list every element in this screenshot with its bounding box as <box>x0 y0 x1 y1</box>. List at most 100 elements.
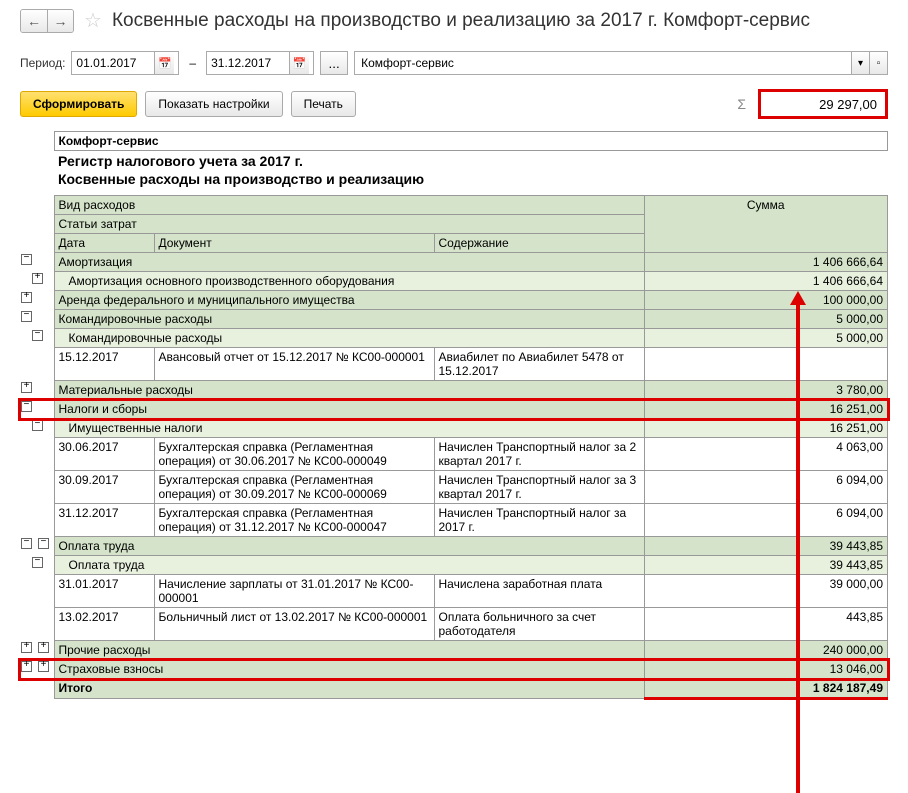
expand-toggle[interactable]: − <box>21 311 32 322</box>
cell-date: 31.12.2017 <box>54 504 154 537</box>
cell-name: Материальные расходы <box>54 381 644 400</box>
expand-toggle[interactable]: + <box>32 273 43 284</box>
date-to-calendar-button[interactable]: 📅 <box>289 52 309 74</box>
run-button[interactable]: Сформировать <box>20 91 137 117</box>
cell-name: Командировочные расходы <box>54 310 644 329</box>
cell-name: Аренда федерального и муниципального иму… <box>54 291 644 310</box>
expand-toggle[interactable]: − <box>21 254 32 265</box>
cell-sum: 6 094,00 <box>644 504 888 537</box>
cell-doc: Бухгалтерская справка (Регламентная опер… <box>154 438 434 471</box>
report-register-subtitle: Косвенные расходы на производство и реал… <box>54 171 888 196</box>
col-cont: Содержание <box>434 234 644 253</box>
show-settings-button[interactable]: Показать настройки <box>145 91 282 117</box>
cell-sum: 39 443,85 <box>644 537 888 556</box>
cell-cont: Начислен Транспортный налог за 3 квартал… <box>434 471 644 504</box>
expand-toggle[interactable]: − <box>21 538 32 549</box>
calendar-icon: 📅 <box>158 57 172 70</box>
organization-open-button[interactable]: ▫ <box>869 52 887 74</box>
table-row[interactable]: 30.09.2017 Бухгалтерская справка (Реглам… <box>20 471 888 504</box>
cell-sum: 13 046,00 <box>644 660 888 679</box>
cell-name: Амортизация основного производственного … <box>54 272 644 291</box>
date-to-input[interactable] <box>211 56 289 70</box>
table-row[interactable]: + Амортизация основного производственног… <box>20 272 888 291</box>
col-vid: Вид расходов <box>54 196 644 215</box>
cell-doc: Бухгалтерская справка (Регламентная опер… <box>154 471 434 504</box>
period-more-button[interactable]: ... <box>320 51 348 75</box>
report-table: Комфорт-сервис Регистр налогового учета … <box>20 131 888 700</box>
cell-sum: 5 000,00 <box>644 329 888 348</box>
sum-display: 29 297,00 <box>758 89 888 119</box>
table-row[interactable]: − Командировочные расходы 5 000,00 <box>20 310 888 329</box>
cell-name: Оплата труда <box>54 556 644 575</box>
cell-sum: 39 000,00 <box>644 575 888 608</box>
expand-toggle[interactable]: − <box>32 420 43 431</box>
table-row[interactable]: − Налоги и сборы 16 251,00 <box>20 400 888 419</box>
expand-toggle[interactable]: + <box>38 661 49 672</box>
report-company: Комфорт-сервис <box>54 132 888 151</box>
date-from-input[interactable] <box>76 56 154 70</box>
organization-input[interactable] <box>355 56 851 70</box>
nav-back-button[interactable]: ← <box>21 10 47 32</box>
organization-dropdown-button[interactable]: ▾ <box>851 52 869 74</box>
table-row[interactable]: + Аренда федерального и муниципального и… <box>20 291 888 310</box>
cell-sum: 16 251,00 <box>644 400 888 419</box>
cell-sum: 39 443,85 <box>644 556 888 575</box>
cell-cont: Оплата больничного за счет работодателя <box>434 608 644 641</box>
cell-name: Страховые взносы <box>54 660 644 679</box>
col-date: Дата <box>54 234 154 253</box>
expand-toggle[interactable]: + <box>38 642 49 653</box>
table-row[interactable]: 15.12.2017 Авансовый отчет от 15.12.2017… <box>20 348 888 381</box>
cell-sum: 3 780,00 <box>644 381 888 400</box>
callout-arrow <box>796 303 800 793</box>
cell-name: Оплата труда <box>54 537 644 556</box>
cell-sum: 1 406 666,64 <box>644 272 888 291</box>
total-label: Итого <box>54 679 644 699</box>
cell-sum: 443,85 <box>644 608 888 641</box>
cell-doc: Авансовый отчет от 15.12.2017 № КС00-000… <box>154 348 434 381</box>
cell-date: 31.01.2017 <box>54 575 154 608</box>
table-row[interactable]: 13.02.2017 Больничный лист от 13.02.2017… <box>20 608 888 641</box>
table-row[interactable]: − Оплата труда 39 443,85 <box>20 556 888 575</box>
cell-sum <box>644 348 888 381</box>
table-row[interactable]: 30.06.2017 Бухгалтерская справка (Реглам… <box>20 438 888 471</box>
cell-sum: 6 094,00 <box>644 471 888 504</box>
col-sum: Сумма <box>644 196 888 253</box>
table-row[interactable]: − Командировочные расходы 5 000,00 <box>20 329 888 348</box>
cell-sum: 16 251,00 <box>644 419 888 438</box>
nav-forward-button[interactable]: → <box>47 10 73 32</box>
expand-toggle[interactable]: − <box>32 557 43 568</box>
col-stat: Статьи затрат <box>54 215 644 234</box>
cell-name: Прочие расходы <box>54 641 644 660</box>
table-row[interactable]: − Имущественные налоги 16 251,00 <box>20 419 888 438</box>
date-from-calendar-button[interactable]: 📅 <box>154 52 174 74</box>
cell-name: Налоги и сборы <box>54 400 644 419</box>
cell-sum: 5 000,00 <box>644 310 888 329</box>
report-register-title: Регистр налогового учета за 2017 г. <box>54 151 888 172</box>
expand-toggle[interactable]: + <box>21 292 32 303</box>
print-button[interactable]: Печать <box>291 91 356 117</box>
cell-date: 30.09.2017 <box>54 471 154 504</box>
table-row[interactable]: + + Страховые взносы 13 046,00 <box>20 660 888 679</box>
cell-doc: Начисление зарплаты от 31.01.2017 № КС00… <box>154 575 434 608</box>
expand-toggle[interactable]: − <box>21 401 32 412</box>
cell-name: Имущественные налоги <box>54 419 644 438</box>
cell-sum: 4 063,00 <box>644 438 888 471</box>
cell-cont: Начислен Транспортный налог за 2017 г. <box>434 504 644 537</box>
expand-toggle[interactable]: − <box>38 538 49 549</box>
total-sum: 1 824 187,49 <box>644 679 888 699</box>
expand-toggle[interactable]: + <box>21 642 32 653</box>
expand-toggle[interactable]: + <box>21 382 32 393</box>
period-label: Период: <box>20 56 65 70</box>
table-row[interactable]: 31.01.2017 Начисление зарплаты от 31.01.… <box>20 575 888 608</box>
cell-cont: Авиабилет по Авиабилет 5478 от 15.12.201… <box>434 348 644 381</box>
table-row[interactable]: − Амортизация 1 406 666,64 <box>20 253 888 272</box>
expand-toggle[interactable]: − <box>32 330 43 341</box>
table-row[interactable]: −− Оплата труда 39 443,85 <box>20 537 888 556</box>
col-doc: Документ <box>154 234 434 253</box>
table-row[interactable]: ++ Прочие расходы 240 000,00 <box>20 641 888 660</box>
expand-toggle[interactable]: + <box>21 661 32 672</box>
cell-sum: 1 406 666,64 <box>644 253 888 272</box>
table-row[interactable]: 31.12.2017 Бухгалтерская справка (Реглам… <box>20 504 888 537</box>
favorite-star-icon[interactable]: ☆ <box>84 8 102 33</box>
table-row[interactable]: + Материальные расходы 3 780,00 <box>20 381 888 400</box>
